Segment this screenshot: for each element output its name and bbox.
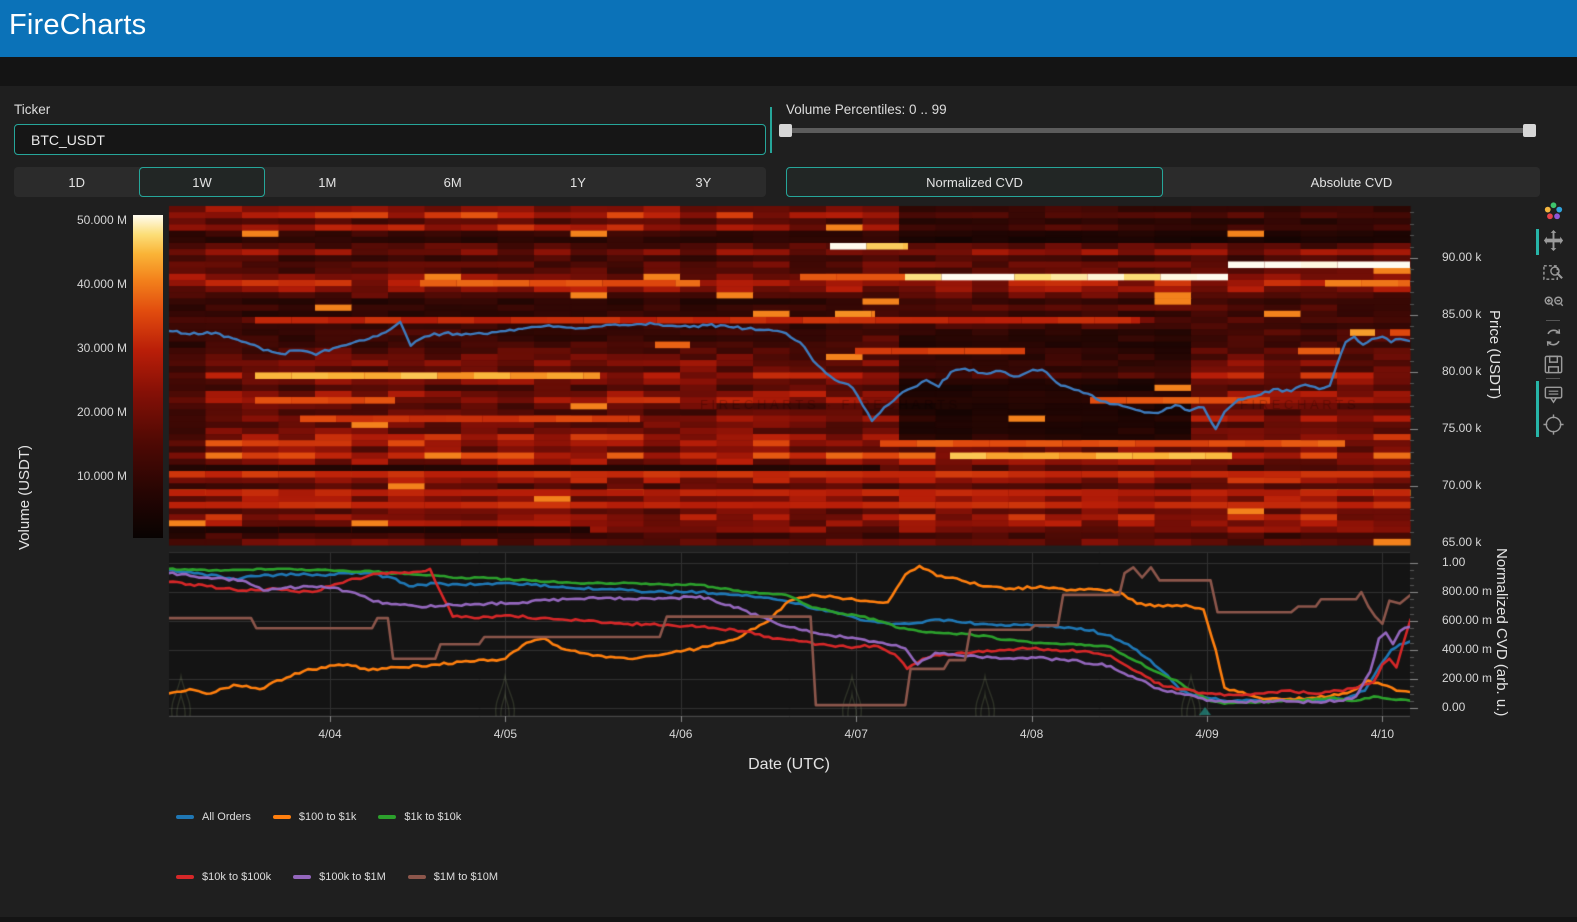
colorbar-tick-label: 50.000 M xyxy=(0,213,127,227)
date-axis-title: Date (UTC) xyxy=(748,756,830,774)
plotly-logo-icon[interactable] xyxy=(1542,200,1565,223)
legend-label: $10k to $100k xyxy=(202,871,271,883)
time-range-button-1d[interactable]: 1D xyxy=(14,167,139,197)
ticker-input[interactable] xyxy=(14,124,766,155)
firecharts-app: FireCharts Ticker 1D1W1M6M1Y3Y Volume Pe… xyxy=(0,0,1577,922)
legend-row-2: $10k to $100k $100k to $1M $1M to $10M xyxy=(176,871,498,883)
legend-swatch xyxy=(408,875,426,879)
volume-colorbar xyxy=(133,215,163,538)
legend-label: $100k to $1M xyxy=(319,871,386,883)
cvd-tick-label: 400.00 m xyxy=(1442,642,1492,656)
volume-percentile-slider-handle-high[interactable] xyxy=(1523,124,1536,137)
legend-row-1: All Orders $100 to $1k $1k to $10k xyxy=(176,811,461,823)
date-tick-label: 4/06 xyxy=(669,727,692,741)
price-tick-label: 75.00 k xyxy=(1442,421,1481,435)
legend-item--100k-to-1m[interactable]: $100k to $1M xyxy=(293,871,386,883)
time-range-button-group: 1D1W1M6M1Y3Y xyxy=(14,167,766,197)
legend-item--10k-to-100k[interactable]: $10k to $100k xyxy=(176,871,271,883)
hover-tooltip-icon[interactable] xyxy=(1542,383,1565,406)
time-range-button-1m[interactable]: 1M xyxy=(265,167,390,197)
legend-swatch xyxy=(176,875,194,879)
time-range-button-3y[interactable]: 3Y xyxy=(641,167,766,197)
price-tick-label: 65.00 k xyxy=(1442,535,1481,549)
date-tick-label: 4/10 xyxy=(1371,727,1394,741)
cvd-tick-label: 800.00 m xyxy=(1442,584,1492,598)
legend-swatch xyxy=(176,815,194,819)
price-tick-label: 90.00 k xyxy=(1442,250,1481,264)
legend-item--100-to-1k[interactable]: $100 to $1k xyxy=(273,811,357,823)
active-drag-indicator xyxy=(1536,229,1539,255)
app-title: FireCharts xyxy=(9,9,146,42)
date-tick-label: 4/08 xyxy=(1020,727,1043,741)
cvd-tick-label: 200.00 m xyxy=(1442,671,1492,685)
pan-icon[interactable] xyxy=(1542,229,1565,252)
modebar-separator xyxy=(1546,320,1560,321)
time-range-button-1w[interactable]: 1W xyxy=(139,167,264,197)
legend-swatch xyxy=(378,815,396,819)
price-tick-label: 85.00 k xyxy=(1442,307,1481,321)
legend-item-all-orders[interactable]: All Orders xyxy=(176,811,251,823)
save-image-icon[interactable] xyxy=(1542,353,1565,376)
cvd-button-absolute-cvd[interactable]: Absolute CVD xyxy=(1163,167,1540,197)
colorbar-tick-label: 40.000 M xyxy=(0,277,127,291)
time-range-button-6m[interactable]: 6M xyxy=(390,167,515,197)
cvd-axis-title: Normalized CVD (arb. u.) xyxy=(1493,548,1510,733)
cvd-button-normalized-cvd[interactable]: Normalized CVD xyxy=(786,167,1163,197)
cvd-tick-label: 1.00 xyxy=(1442,555,1465,569)
price-tick-label: 70.00 k xyxy=(1442,478,1481,492)
volume-percentile-slider-handle-low[interactable] xyxy=(779,124,792,137)
legend-label: $1M to $10M xyxy=(434,871,498,883)
cvd-tick-label: 0.00 xyxy=(1442,700,1465,714)
colorbar-tick-label: 20.000 M xyxy=(0,405,127,419)
legend-swatch xyxy=(273,815,291,819)
footer-strip xyxy=(0,917,1577,922)
app-header: FireCharts xyxy=(0,0,1577,57)
date-tick-label: 4/04 xyxy=(318,727,341,741)
legend-label: $1k to $10k xyxy=(404,811,461,823)
legend-label: All Orders xyxy=(202,811,251,823)
ticker-label: Ticker xyxy=(14,102,50,117)
legend-item--1m-to-10m[interactable]: $1M to $10M xyxy=(408,871,498,883)
colorbar-tick-label: 30.000 M xyxy=(0,341,127,355)
volume-percentiles-label: Volume Percentiles: 0 .. 99 xyxy=(786,102,947,117)
date-tick-label: 4/05 xyxy=(494,727,517,741)
active-hover-indicator xyxy=(1536,381,1539,437)
date-tick-label: 4/09 xyxy=(1195,727,1218,741)
time-range-button-1y[interactable]: 1Y xyxy=(515,167,640,197)
cvd-tick-label: 600.00 m xyxy=(1442,613,1492,627)
colorbar-axis-title: Volume (USDT) xyxy=(16,430,33,550)
header-substrip xyxy=(0,57,1577,86)
legend-label: $100 to $1k xyxy=(299,811,357,823)
reset-axes-icon[interactable] xyxy=(1542,326,1565,349)
cvd-mode-button-group: Normalized CVDAbsolute CVD xyxy=(786,167,1540,197)
box-zoom-icon[interactable] xyxy=(1542,261,1565,284)
zoom-in-out-icon[interactable] xyxy=(1542,292,1565,315)
date-tick-label: 4/07 xyxy=(845,727,868,741)
price-tick-label: 80.00 k xyxy=(1442,364,1481,378)
price-axis-title: Price (USDT) xyxy=(1486,310,1503,440)
legend-swatch xyxy=(293,875,311,879)
volume-percentile-slider-track[interactable] xyxy=(786,128,1536,133)
panel-divider-accent xyxy=(770,107,772,153)
legend-item--1k-to-10k[interactable]: $1k to $10k xyxy=(378,811,461,823)
modebar-separator xyxy=(1546,378,1560,379)
toggle-spikelines-icon[interactable] xyxy=(1542,413,1565,436)
